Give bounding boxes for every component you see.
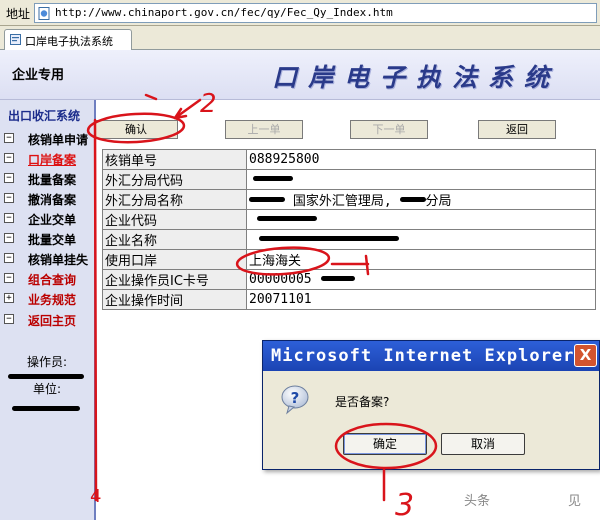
- confirm-button[interactable]: 确认: [94, 120, 178, 139]
- unit-label: 单位:: [32, 382, 62, 396]
- table-row: 企业操作员IC卡号 00000005: [102, 269, 596, 290]
- redaction-mark: [8, 374, 84, 379]
- sidebar-item-label: 口岸备案: [28, 153, 77, 167]
- address-url[interactable]: http://www.chinaport.gov.cn/fec/qy/Fec_Q…: [55, 6, 393, 19]
- sidebar-item-label: 核销单申请: [28, 133, 89, 147]
- question-icon: ?: [281, 385, 309, 415]
- collapse-icon[interactable]: −: [4, 233, 14, 243]
- address-label: 地址: [6, 7, 31, 21]
- dialog-title: Microsoft Internet Explorer: [271, 346, 575, 366]
- table-row: 使用口岸 上海海关: [102, 249, 596, 270]
- address-input[interactable]: http://www.chinaport.gov.cn/fec/qy/Fec_Q…: [34, 3, 597, 23]
- step-3-annotation: 3: [395, 488, 414, 520]
- collapse-icon[interactable]: −: [4, 273, 14, 283]
- dialog-message: 是否备案?: [335, 395, 390, 409]
- sidebar-item-batch-submit[interactable]: − 批量交单: [4, 230, 92, 248]
- sidebar-item-business-rules[interactable]: + 业务规范: [4, 290, 92, 308]
- table-row: 企业代码: [102, 209, 596, 230]
- field-label: 外汇分局名称: [102, 189, 247, 210]
- watermark-trail: 见: [568, 494, 582, 509]
- table-row: 外汇分局代码: [102, 169, 596, 190]
- expand-icon[interactable]: +: [4, 293, 14, 303]
- field-value: 国家外汇管理局, 分局: [246, 189, 596, 210]
- address-bar: 地址 http://www.chinaport.gov.cn/fec/qy/Fe…: [0, 0, 600, 26]
- field-label: 企业代码: [102, 209, 247, 230]
- watermark-text: 头条: [464, 494, 491, 509]
- watermark: 头条 见: [452, 480, 600, 520]
- enterprise-label: 企业专用: [12, 68, 65, 83]
- collapse-icon[interactable]: −: [4, 253, 14, 263]
- sidebar-item-label: 核销单挂失: [28, 253, 89, 267]
- field-label: 企业名称: [102, 229, 247, 250]
- sidebar-item-label: 撤消备案: [28, 193, 77, 207]
- redaction-mark: [321, 276, 356, 281]
- field-label: 企业操作时间: [102, 289, 247, 310]
- field-label: 企业操作员IC卡号: [102, 269, 247, 290]
- ok-button[interactable]: 确定: [343, 433, 427, 455]
- dialog-titlebar[interactable]: Microsoft Internet Explorer X: [263, 341, 599, 371]
- prev-button[interactable]: 上一单: [225, 120, 303, 139]
- field-value: 088925800: [246, 149, 596, 170]
- svg-text:?: ?: [291, 389, 300, 407]
- collapse-icon[interactable]: −: [4, 213, 14, 223]
- tab-label: 口岸电子执法系统: [25, 35, 113, 48]
- sidebar-item-verification-apply[interactable]: − 核销单申请: [4, 130, 92, 148]
- filing-form-table: 核销单号 088925800 外汇分局代码 外汇分局名称 国家外汇管理局, 分局…: [102, 149, 596, 310]
- sidebar-item-label: 批量交单: [28, 233, 77, 247]
- cancel-button[interactable]: 取消: [441, 433, 525, 455]
- confirm-dialog: Microsoft Internet Explorer X ? 是否备案? 确定…: [262, 340, 600, 470]
- page-icon: [10, 34, 21, 45]
- operator-label: 操作员:: [26, 355, 68, 369]
- close-icon: X: [579, 346, 592, 364]
- sidebar-section-title: 出口收汇系统: [8, 109, 81, 123]
- page-icon: [38, 7, 50, 20]
- redaction-mark: [253, 176, 293, 181]
- field-label: 核销单号: [102, 149, 247, 170]
- sidebar-item-enterprise-submit[interactable]: − 企业交单: [4, 210, 92, 228]
- table-row: 企业操作时间 20071101: [102, 289, 596, 310]
- redaction-mark: [249, 197, 285, 202]
- table-row: 核销单号 088925800: [102, 149, 596, 170]
- field-label: 使用口岸: [102, 249, 247, 270]
- sidebar-item-home[interactable]: − 返回主页: [4, 311, 92, 329]
- collapse-icon[interactable]: −: [4, 193, 14, 203]
- redaction-mark: [259, 236, 399, 241]
- field-value: [246, 169, 596, 190]
- table-row: 外汇分局名称 国家外汇管理局, 分局: [102, 189, 596, 210]
- tab-chinaport[interactable]: 口岸电子执法系统: [4, 29, 132, 50]
- sidebar-item-label: 业务规范: [28, 293, 77, 307]
- collapse-icon[interactable]: −: [4, 133, 14, 143]
- collapse-icon[interactable]: −: [4, 314, 14, 324]
- back-button[interactable]: 返回: [478, 120, 556, 139]
- tab-strip: 口岸电子执法系统: [0, 26, 600, 50]
- field-value: 00000005: [246, 269, 596, 290]
- redaction-mark: [12, 406, 80, 411]
- field-value: 20071101: [246, 289, 596, 310]
- sidebar-item-label: 组合查询: [28, 273, 77, 287]
- sidebar-item-label: 批量备案: [28, 173, 77, 187]
- page-title: 口岸电子执法系统: [272, 63, 561, 92]
- sidebar-item-combined-query[interactable]: − 组合查询: [4, 270, 92, 288]
- sidebar-item-batch-filing[interactable]: − 批量备案: [4, 170, 92, 188]
- next-button[interactable]: 下一单: [350, 120, 428, 139]
- collapse-icon[interactable]: −: [4, 173, 14, 183]
- sidebar-item-label: 返回主页: [28, 314, 77, 328]
- sidebar-item-cancel-filing[interactable]: − 撤消备案: [4, 190, 92, 208]
- field-value: 上海海关: [246, 249, 596, 270]
- table-row: 企业名称: [102, 229, 596, 250]
- sidebar-item-report-loss[interactable]: − 核销单挂失: [4, 250, 92, 268]
- sidebar: 出口收汇系统 − 核销单申请 − 口岸备案 − 批量备案 − 撤消备案 − 企业…: [0, 100, 96, 520]
- collapse-icon[interactable]: −: [4, 153, 14, 163]
- field-value: [246, 209, 596, 230]
- field-value: [246, 229, 596, 250]
- arrow-to-confirm-annotation: [173, 98, 202, 120]
- sidebar-item-port-filing[interactable]: − 口岸备案: [4, 150, 92, 168]
- redaction-mark: [257, 216, 317, 221]
- sidebar-item-label: 企业交单: [28, 213, 77, 227]
- page-header: 企业专用 口岸电子执法系统: [0, 50, 600, 100]
- close-button[interactable]: X: [574, 344, 597, 367]
- redaction-mark: [399, 197, 426, 202]
- field-label: 外汇分局代码: [102, 169, 247, 190]
